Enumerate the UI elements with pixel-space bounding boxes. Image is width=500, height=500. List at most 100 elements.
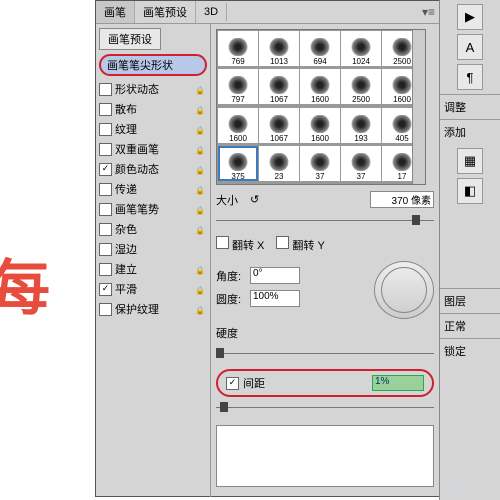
brush-thumb[interactable]: 1600 [300, 69, 340, 104]
option-纹理[interactable]: 纹理 [99, 119, 207, 139]
reset-size-icon[interactable]: ↺ [250, 193, 264, 207]
canvas-area: 每 [0, 0, 96, 440]
brush-tip-shape-label: 画笔笔尖形状 [107, 60, 173, 72]
checkbox-icon[interactable] [99, 223, 112, 236]
size-label: 大小 [216, 192, 250, 208]
option-label: 建立 [115, 261, 137, 277]
layers-label[interactable]: 图层 [440, 288, 500, 313]
option-形状动态[interactable]: 形状动态 [99, 79, 207, 99]
angle-input[interactable]: 0° [250, 267, 300, 284]
brush-presets-button[interactable]: 画笔预设 [99, 28, 161, 50]
thumb-size: 797 [231, 95, 244, 104]
lock-icon [195, 264, 205, 274]
lock-icon [195, 224, 205, 234]
option-label: 纹理 [115, 121, 137, 137]
slider-knob[interactable] [220, 402, 228, 412]
thumbs-scrollbar[interactable] [412, 30, 425, 184]
brush-thumb[interactable]: 193 [341, 108, 381, 143]
option-颜色动态[interactable]: ✓颜色动态 [99, 159, 207, 179]
checkbox-icon[interactable] [99, 123, 112, 136]
option-杂色[interactable]: 杂色 [99, 219, 207, 239]
brush-panel: 画笔 画笔预设 3D ▾≡ 画笔预设 画笔笔尖形状 形状动态散布纹理双重画笔✓颜… [95, 0, 440, 497]
spacing-input[interactable]: 1% [372, 375, 424, 391]
lock-label: 锁定 [440, 338, 500, 363]
brush-thumb[interactable]: 1067 [259, 69, 299, 104]
brush-thumb[interactable]: 1600 [218, 108, 258, 143]
paragraph-tool-icon[interactable]: ¶ [457, 64, 483, 90]
slider-knob[interactable] [216, 348, 224, 358]
flip-x-checkbox[interactable]: 翻转 X [216, 236, 264, 253]
brush-thumb[interactable]: 375 [218, 146, 258, 181]
tab-3d[interactable]: 3D [196, 3, 227, 21]
option-建立[interactable]: 建立 [99, 259, 207, 279]
lock-icon [195, 144, 205, 154]
size-slider[interactable] [216, 214, 434, 228]
panel-tabbar: 画笔 画笔预设 3D ▾≡ [96, 1, 439, 24]
thumb-size: 694 [313, 57, 326, 66]
size-input[interactable]: 370 像素 [370, 191, 434, 208]
option-label: 形状动态 [115, 81, 159, 97]
right-dock: ▶ A ¶ 调整 添加 ▦ ◧ 图层 正常 锁定 [439, 0, 500, 500]
brush-tip-shape-item[interactable]: 画笔笔尖形状 [99, 54, 207, 76]
checkbox-icon[interactable] [99, 303, 112, 316]
brush-thumb[interactable]: 694 [300, 31, 340, 66]
brush-thumb[interactable]: 37 [300, 146, 340, 181]
checkbox-icon[interactable]: ✓ [99, 163, 112, 176]
option-湿边[interactable]: 湿边 [99, 239, 207, 259]
option-label: 传递 [115, 181, 137, 197]
option-传递[interactable]: 传递 [99, 179, 207, 199]
brush-thumb[interactable]: 1013 [259, 31, 299, 66]
spacing-slider[interactable] [216, 401, 434, 415]
brush-thumb[interactable]: 37 [341, 146, 381, 181]
brush-thumb[interactable]: 23 [259, 146, 299, 181]
add-label[interactable]: 添加 [440, 119, 500, 144]
checkbox-icon[interactable] [99, 203, 112, 216]
brush-thumb[interactable]: 1600 [300, 108, 340, 143]
spacing-row: ✓ 间距 1% [216, 369, 434, 397]
brush-thumb[interactable]: 2500 [341, 69, 381, 104]
option-散布[interactable]: 散布 [99, 99, 207, 119]
panel-menu-icon[interactable]: ▾≡ [422, 5, 435, 19]
adjust-label[interactable]: 调整 [440, 94, 500, 119]
checkbox-icon[interactable] [99, 103, 112, 116]
styles-icon[interactable]: ◧ [457, 178, 483, 204]
thumb-size: 37 [316, 172, 325, 181]
option-保护纹理[interactable]: 保护纹理 [99, 299, 207, 319]
checkbox-icon[interactable]: ✓ [99, 283, 112, 296]
option-画笔笔势[interactable]: 画笔笔势 [99, 199, 207, 219]
tab-brush[interactable]: 画笔 [96, 1, 135, 23]
roundness-input[interactable]: 100% [250, 290, 300, 307]
option-平滑[interactable]: ✓平滑 [99, 279, 207, 299]
angle-widget[interactable] [374, 261, 434, 319]
watermark: jb51.net [448, 481, 494, 496]
option-label: 湿边 [115, 241, 137, 257]
tool-icon[interactable]: ▶ [457, 4, 483, 30]
spacing-checkbox[interactable]: ✓ [226, 377, 239, 390]
checkbox-icon[interactable] [99, 83, 112, 96]
checkbox-icon[interactable] [99, 183, 112, 196]
swatch-icon[interactable]: ▦ [457, 148, 483, 174]
brush-thumb[interactable]: 797 [218, 69, 258, 104]
checkbox-icon[interactable] [99, 143, 112, 156]
tab-brush-preset[interactable]: 画笔预设 [135, 1, 196, 23]
checkbox-icon[interactable] [99, 263, 112, 276]
option-双重画笔[interactable]: 双重画笔 [99, 139, 207, 159]
thumb-size: 17 [398, 172, 407, 181]
thumb-size: 1067 [270, 134, 288, 143]
flip-y-checkbox[interactable]: 翻转 Y [276, 236, 324, 253]
text-tool-icon[interactable]: A [457, 34, 483, 60]
brush-thumb[interactable]: 769 [218, 31, 258, 66]
hardness-slider[interactable] [216, 347, 434, 361]
option-label: 保护纹理 [115, 301, 159, 317]
blend-mode[interactable]: 正常 [440, 313, 500, 338]
slider-knob[interactable] [412, 215, 420, 225]
brush-thumb[interactable]: 1024 [341, 31, 381, 66]
option-label: 散布 [115, 101, 137, 117]
option-label: 颜色动态 [115, 161, 159, 177]
thumb-size: 405 [395, 134, 408, 143]
checkbox-icon[interactable] [99, 243, 112, 256]
brush-thumb[interactable]: 1067 [259, 108, 299, 143]
flip-y-label: 翻转 Y [292, 240, 324, 252]
thumb-size: 193 [354, 134, 367, 143]
roundness-label: 圆度: [216, 291, 250, 307]
